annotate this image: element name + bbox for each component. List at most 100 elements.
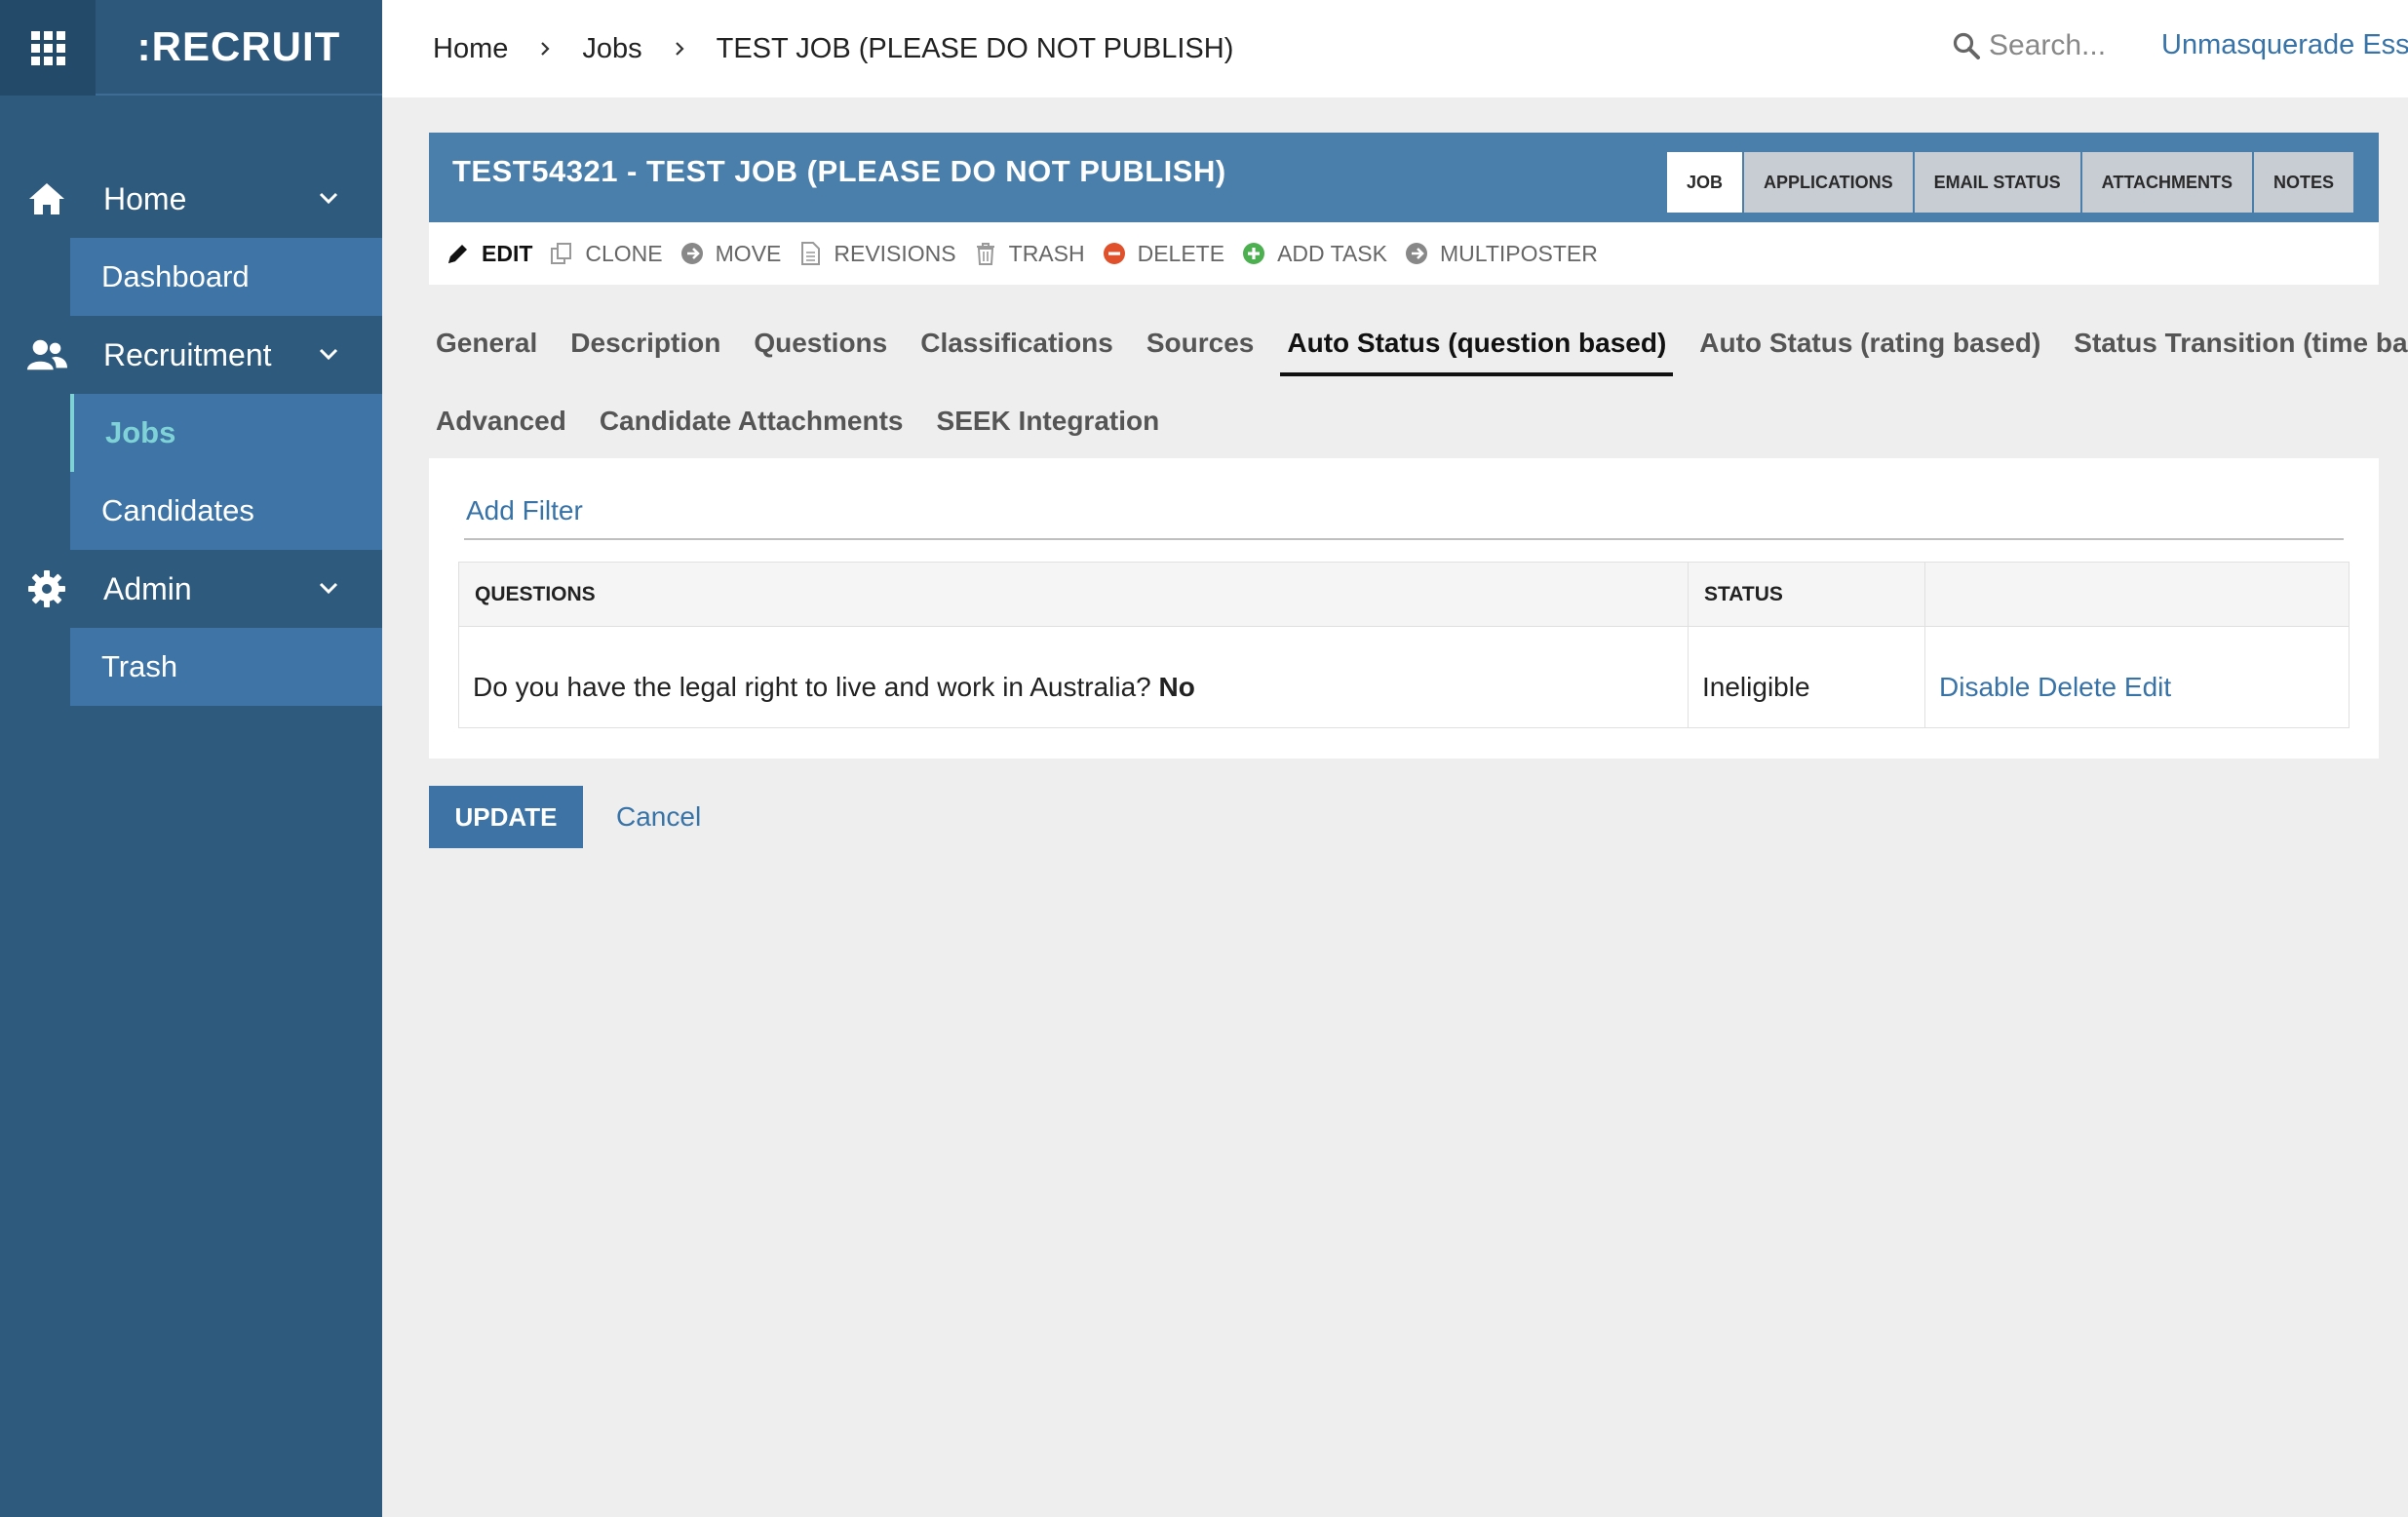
move-button[interactable]: MOVE — [679, 240, 782, 267]
arrow-right-circle-icon — [679, 240, 706, 267]
tab-seek-integration[interactable]: SEEK Integration — [937, 400, 1160, 450]
question-text: Do you have the legal right to live and … — [473, 671, 1151, 702]
tab-advanced[interactable]: Advanced — [436, 400, 566, 450]
clone-icon — [548, 240, 575, 267]
trash-button[interactable]: TRASH — [972, 240, 1085, 267]
tab-applications[interactable]: APPLICATIONS — [1743, 152, 1913, 213]
unmasquerade-link[interactable]: Unmasquerade Esser — [2161, 29, 2408, 61]
table-row: Do you have the legal right to live and … — [458, 626, 2350, 728]
cancel-link[interactable]: Cancel — [616, 801, 701, 833]
plus-circle-icon — [1240, 240, 1267, 267]
breadcrumb: Home Jobs TEST JOB (PLEASE DO NOT PUBLIS… — [382, 33, 1233, 65]
sidebar-item-jobs[interactable]: Jobs — [70, 394, 382, 472]
action-bar: EDIT CLONE MOVE REVISIONS TRASH DELETE A… — [429, 222, 2379, 285]
delete-label: DELETE — [1137, 240, 1225, 266]
job-header: TEST54321 - TEST JOB (PLEASE DO NOT PUBL… — [429, 133, 2379, 222]
nav-head-recruitment[interactable]: Recruitment — [0, 316, 382, 394]
tab-auto-status-rating[interactable]: Auto Status (rating based) — [1699, 322, 2040, 372]
sidebar-item-candidates[interactable]: Candidates — [70, 472, 382, 550]
answer-text: No — [1158, 671, 1195, 702]
grid-icon — [30, 30, 65, 65]
tab-status-transition[interactable]: Status Transition (time based) — [2074, 322, 2408, 372]
app-logo: :RECRUIT — [136, 23, 341, 69]
nav-sub-admin: Trash — [70, 628, 382, 706]
tab-notes[interactable]: NOTES — [2253, 152, 2353, 213]
nav-group-admin: Admin Trash — [0, 550, 382, 706]
breadcrumb-current: TEST JOB (PLEASE DO NOT PUBLISH) — [716, 32, 1234, 64]
tab-classifications[interactable]: Classifications — [920, 322, 1113, 372]
clone-button[interactable]: CLONE — [548, 240, 663, 267]
tab-email-status[interactable]: EMAIL STATUS — [1914, 152, 2080, 213]
question-cell: Do you have the legal right to live and … — [458, 626, 1689, 728]
sidebar-nav: Home Dashboard Recruitment Jobs Candidat… — [0, 160, 382, 706]
top-bar: Home Jobs TEST JOB (PLEASE DO NOT PUBLIS… — [382, 0, 2408, 97]
tab-sources[interactable]: Sources — [1146, 322, 1255, 372]
minus-circle-icon — [1101, 240, 1128, 267]
row-actions-cell: Disable Delete Edit — [1924, 626, 2350, 728]
edit-link[interactable]: Edit — [2124, 672, 2171, 702]
add-filter-link[interactable]: Add Filter — [466, 495, 583, 526]
users-icon — [25, 333, 68, 376]
chevron-right-icon — [541, 42, 550, 56]
breadcrumb-home[interactable]: Home — [433, 33, 508, 65]
revisions-label: REVISIONS — [834, 240, 956, 266]
home-icon — [25, 177, 68, 220]
chevron-down-icon — [319, 192, 338, 205]
nav-head-label: Home — [103, 180, 187, 216]
nav-head-label: Recruitment — [103, 336, 272, 372]
nav-head-admin[interactable]: Admin — [0, 550, 382, 628]
delete-button[interactable]: DELETE — [1101, 240, 1224, 267]
nav-sub-recruitment: Jobs Candidates — [70, 394, 382, 550]
sidebar-header: :RECRUIT — [0, 0, 382, 96]
tab-candidate-attachments[interactable]: Candidate Attachments — [600, 400, 904, 450]
sidebar-item-dashboard[interactable]: Dashboard — [70, 238, 382, 316]
disable-link[interactable]: Disable — [1939, 672, 2030, 702]
nav-head-home[interactable]: Home — [0, 160, 382, 238]
filters-table: QUESTIONS STATUS Do you have the legal r… — [458, 562, 2350, 728]
tab-description[interactable]: Description — [570, 322, 720, 372]
nav-group-recruitment: Recruitment Jobs Candidates — [0, 316, 382, 550]
search-input[interactable]: Search... — [1989, 29, 2106, 62]
gear-icon — [25, 567, 68, 610]
chevron-right-icon — [675, 42, 684, 56]
add-task-button[interactable]: ADD TASK — [1240, 240, 1387, 267]
nav-head-label: Admin — [103, 570, 192, 606]
nav-group-home: Home Dashboard — [0, 160, 382, 316]
multiposter-button[interactable]: MULTIPOSTER — [1403, 240, 1598, 267]
section-tabs: General Description Questions Classifica… — [429, 322, 2408, 478]
revisions-button[interactable]: REVISIONS — [796, 240, 956, 267]
move-label: MOVE — [715, 240, 782, 266]
table-header-row: QUESTIONS STATUS — [458, 562, 2350, 627]
tab-auto-status-question[interactable]: Auto Status (question based) — [1280, 322, 1674, 376]
column-header-actions — [1924, 562, 2350, 627]
status-cell: Ineligible — [1688, 626, 1925, 728]
job-tabs: JOB APPLICATIONS EMAIL STATUS ATTACHMENT… — [1665, 152, 2353, 213]
tab-general[interactable]: General — [436, 322, 537, 372]
edit-label: EDIT — [482, 240, 533, 266]
pencil-icon — [445, 240, 472, 267]
divider — [464, 538, 2344, 540]
sidebar-item-trash[interactable]: Trash — [70, 628, 382, 706]
auto-status-panel: Add Filter QUESTIONS STATUS Do you have … — [429, 458, 2379, 758]
tab-questions[interactable]: Questions — [754, 322, 887, 372]
chevron-down-icon — [319, 348, 338, 361]
job-title: TEST54321 - TEST JOB (PLEASE DO NOT PUBL… — [452, 154, 1226, 188]
delete-link[interactable]: Delete — [2038, 672, 2117, 702]
search-box[interactable]: Search... — [1952, 29, 2106, 62]
app-launcher-button[interactable] — [0, 0, 96, 96]
chevron-down-icon — [319, 582, 338, 595]
arrow-right-circle-icon — [1403, 240, 1430, 267]
section-tabs-row-1: General Description Questions Classifica… — [429, 322, 2408, 400]
sidebar: :RECRUIT Home Dashboard Recruitment Jobs… — [0, 0, 382, 1517]
multiposter-label: MULTIPOSTER — [1439, 240, 1598, 266]
column-header-questions: QUESTIONS — [458, 562, 1689, 627]
clone-label: CLONE — [585, 240, 663, 266]
search-icon — [1953, 32, 1980, 59]
nav-sub-home: Dashboard — [70, 238, 382, 316]
tab-job[interactable]: JOB — [1666, 152, 1742, 213]
trash-label: TRASH — [1008, 240, 1085, 266]
tab-attachments[interactable]: ATTACHMENTS — [2081, 152, 2252, 213]
breadcrumb-jobs[interactable]: Jobs — [582, 33, 641, 65]
update-button[interactable]: UPDATE — [429, 786, 583, 848]
edit-button[interactable]: EDIT — [445, 240, 532, 267]
